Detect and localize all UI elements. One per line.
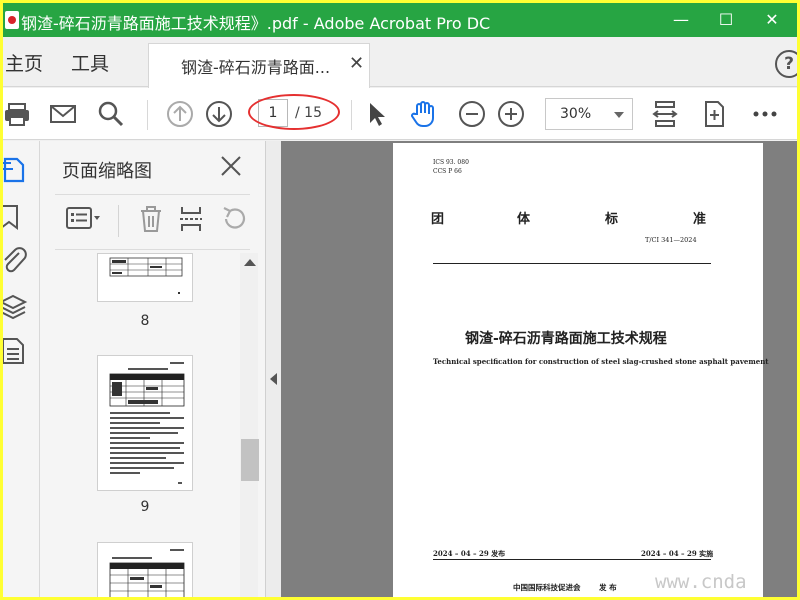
standard-type-char: 准 — [693, 212, 707, 227]
minimize-button[interactable]: — — [658, 3, 704, 37]
zoom-in-icon[interactable] — [497, 100, 525, 128]
hand-tool-icon[interactable] — [409, 100, 437, 128]
article-icon[interactable] — [3, 337, 31, 365]
close-panel-icon[interactable] — [220, 155, 242, 177]
page-up-icon[interactable] — [166, 100, 194, 128]
undo-rotate-icon[interactable] — [220, 205, 248, 233]
acrobat-window: 钢渣-碎石沥青路面施工技术规程》.pdf - Adobe Acrobat Pro… — [3, 3, 797, 597]
help-icon[interactable]: ? — [775, 50, 797, 78]
panel-divider — [55, 249, 250, 250]
implement-date: 2024 – 04 – 29 实施 — [641, 549, 714, 558]
standard-number: T/CI 341—2024 — [645, 236, 697, 244]
collapse-panel-strip[interactable] — [265, 141, 281, 597]
print-icon[interactable] — [3, 100, 31, 128]
thumbnail-scrollbar[interactable] — [240, 253, 259, 597]
footer-rule — [433, 559, 711, 560]
header-rule — [433, 263, 711, 264]
thumbnails-panel: 页面缩略图 8 9 — [40, 141, 265, 597]
document-tab-label: 钢渣-碎石沥青路面... — [181, 58, 331, 77]
search-icon[interactable] — [97, 100, 125, 128]
layers-icon[interactable] — [3, 293, 31, 321]
tab-bar: 主页 工具 钢渣-碎石沥青路面... ✕ ? — [3, 37, 797, 88]
standard-type-char: 标 — [605, 212, 619, 227]
toolbar-divider — [147, 100, 148, 130]
navigation-rail — [3, 141, 40, 597]
close-window-button[interactable]: ✕ — [749, 3, 795, 37]
ccs-code: CCS P 66 — [433, 168, 462, 175]
collapse-arrow-icon[interactable] — [270, 373, 277, 385]
select-cursor-icon[interactable] — [363, 100, 391, 128]
trash-icon[interactable] — [138, 205, 164, 233]
zoom-select[interactable]: 30% — [545, 98, 633, 130]
tab-home[interactable]: 主页 — [5, 49, 43, 76]
zoom-value: 30% — [560, 106, 592, 122]
thumbnail-page-number: 9 — [140, 499, 150, 515]
thumbnail-page[interactable] — [97, 542, 193, 597]
tab-document[interactable]: 钢渣-碎石沥青路面... ✕ — [148, 43, 370, 88]
page-down-icon[interactable] — [205, 100, 233, 128]
thumbnail-page-number: 8 — [140, 313, 150, 329]
watermark-text: www.cnda — [655, 571, 747, 593]
maximize-button[interactable]: ☐ — [703, 3, 749, 37]
pdf-page: ICS 93. 080 CCS P 66 团 体 标 准 T/CI 341—20… — [393, 143, 769, 597]
window-title: 钢渣-碎石沥青路面施工技术规程》.pdf - Adobe Acrobat Pro… — [21, 14, 491, 33]
chevron-down-icon — [614, 112, 624, 118]
ics-code: ICS 93. 080 — [433, 159, 469, 166]
attachment-icon[interactable] — [3, 247, 31, 275]
scroll-up-arrow-icon[interactable] — [244, 259, 256, 266]
zoom-out-icon[interactable] — [458, 100, 486, 128]
standard-type-char: 团 — [431, 212, 445, 227]
title-bar: 钢渣-碎石沥青路面施工技术规程》.pdf - Adobe Acrobat Pro… — [3, 3, 797, 37]
scroll-mode-icon[interactable] — [700, 100, 728, 128]
highlight-annotation-ring — [248, 94, 340, 130]
document-viewer[interactable]: ICS 93. 080 CCS P 66 团 体 标 准 T/CI 341—20… — [281, 141, 797, 597]
tab-tools[interactable]: 工具 — [71, 49, 109, 76]
thumbnail-options-icon[interactable] — [66, 205, 102, 233]
toolbar-divider — [351, 100, 352, 130]
publisher: 中国国际科技促进会 — [513, 583, 581, 592]
insert-page-icon[interactable] — [178, 205, 204, 233]
close-tab-icon[interactable]: ✕ — [349, 53, 364, 74]
panel-divider — [55, 194, 250, 195]
thumbnail-page[interactable] — [97, 253, 193, 302]
bookmark-icon[interactable] — [3, 203, 31, 231]
more-icon[interactable] — [751, 100, 779, 128]
document-title-cn: 钢渣-碎石沥青路面施工技术规程 — [465, 331, 667, 347]
main-toolbar: 1 / 15 30% — [3, 88, 797, 140]
scrollbar-thumb[interactable] — [241, 439, 259, 481]
publish-date: 2024 – 04 – 29 发布 — [433, 549, 506, 558]
email-icon[interactable] — [49, 100, 77, 128]
acrobat-logo-icon — [5, 11, 19, 29]
panel-divider — [118, 205, 119, 237]
document-title-en: Technical specification for construction… — [433, 357, 769, 366]
publish-word: 发 布 — [599, 583, 617, 592]
thumbnail-page[interactable] — [97, 355, 193, 491]
panel-title: 页面缩略图 — [62, 161, 152, 182]
standard-type-char: 体 — [517, 212, 531, 227]
page-thumbnails-icon[interactable] — [3, 155, 31, 183]
fit-page-icon[interactable] — [651, 100, 679, 128]
